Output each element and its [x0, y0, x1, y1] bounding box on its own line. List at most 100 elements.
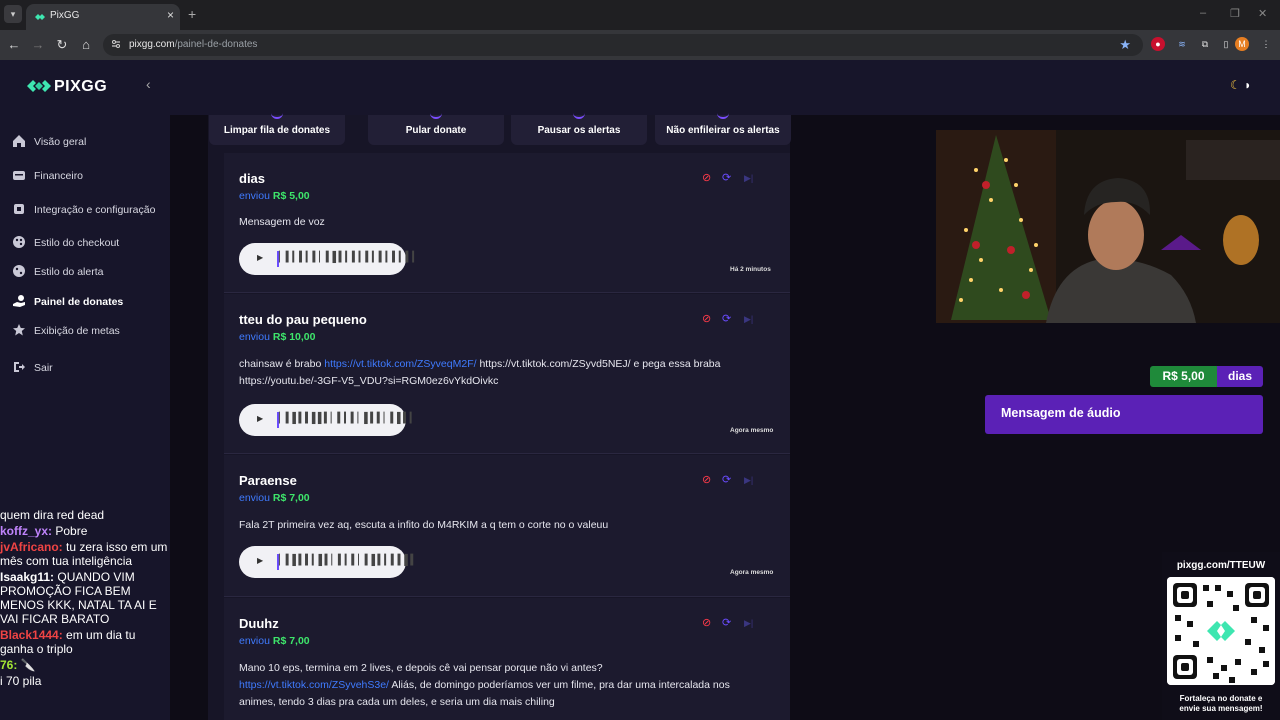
replay-icon[interactable]: ⟳ [722, 312, 731, 325]
sidebar-item-label: Estilo do checkout [34, 237, 120, 249]
trash-icon [271, 111, 283, 119]
queue-off-icon [717, 111, 729, 119]
donate-actions: ⊘ ⟳ ▶| [702, 616, 772, 630]
restore-icon[interactable]: ❐ [1230, 7, 1240, 20]
skip-donate-button[interactable]: Pular donate [368, 115, 504, 145]
stream-chat-overlay: quem dira red dead koffz_yx: Pobre jvAfr… [0, 508, 170, 690]
audio-waveform: ▏▍▌▍▍▎▌▍▏▍▎▍▏▍▌▍▎▍▍▌▍ [279, 555, 418, 566]
palette-icon [13, 236, 25, 248]
replay-icon[interactable]: ⟳ [722, 171, 731, 184]
sidebar-item-painel-donates[interactable]: Painel de donates [12, 292, 162, 314]
donor-name: Paraense [239, 473, 297, 488]
donate-sent-line: enviou R$ 10,00 [239, 331, 316, 343]
main-content: Limpar fila de donates Pular donate Paus… [170, 115, 940, 720]
donate-amount: R$ 7,00 [272, 635, 310, 647]
donor-name: tteu do pau pequeno [239, 312, 367, 327]
bookmark-star-icon[interactable]: ★ [1119, 37, 1131, 53]
back-icon[interactable]: ← [6, 37, 22, 52]
message-link[interactable]: https://vt.tiktok.com/ZSyveqM2F/ [324, 358, 476, 370]
pixgg-favicon-icon [35, 14, 45, 20]
block-icon[interactable]: ⊘ [702, 312, 711, 325]
audio-waveform: ▏▍▌▍▍▌▌▍▏▍▎▍▏▌▍▍▏▍▌▍▎ [279, 413, 417, 424]
address-bar[interactable]: pixgg.com/painel-de-donates ★ [103, 34, 1143, 56]
chat-username: koffz_yx: [0, 524, 53, 538]
sun-icon: ☾ [1230, 78, 1241, 92]
theme-toggle[interactable]: ☾ ◗ [1230, 78, 1262, 92]
donate-sent-line: enviou R$ 5,00 [239, 190, 310, 202]
chat-message: quem dira red dead [0, 508, 170, 522]
chat-message: koffz_yx: Pobre [0, 524, 170, 538]
sidebar-item-sair[interactable]: Sair [12, 358, 162, 380]
new-tab-icon[interactable]: + [188, 6, 196, 22]
home-icon[interactable]: ⌂ [78, 37, 94, 52]
sidebar-item-visao-geral[interactable]: Visão geral [12, 132, 162, 154]
chat-text: i 70 pila [0, 674, 42, 688]
sidebar-item-integracao[interactable]: Integração e configuração [12, 200, 162, 222]
moon-icon: ◗ [1240, 78, 1252, 92]
donate-time: Agora mesmo [730, 569, 774, 576]
donate-actions: ⊘ ⟳ ▶| [702, 473, 772, 487]
sidebar-item-financeiro[interactable]: Financeiro [12, 166, 162, 188]
close-tab-icon[interactable]: × [167, 8, 174, 22]
sidepanel-icon[interactable]: ▯ [1219, 37, 1233, 51]
replay-icon[interactable]: ⟳ [722, 616, 731, 629]
audio-player[interactable]: ▶ ▏▍▌▍▍▌▌▍▏▍▎▍▏▌▍▍▏▍▌▍▎ [239, 404, 417, 436]
palette-icon [13, 265, 25, 277]
skip-icon[interactable]: ▶| [744, 173, 753, 184]
reload-icon[interactable]: ↻ [54, 37, 70, 53]
browser-menu-icon[interactable]: ⋮ [1259, 37, 1273, 51]
collapse-sidebar-icon[interactable]: ‹ [146, 76, 151, 92]
donate-card: dias enviou R$ 5,00 ⊘ ⟳ ▶| Mensagem de v… [224, 153, 790, 293]
site-info-icon[interactable] [111, 39, 121, 49]
block-icon[interactable]: ⊘ [702, 616, 711, 629]
chat-text: Pobre [52, 524, 88, 538]
sidebar-item-estilo-checkout[interactable]: Estilo do checkout [12, 233, 162, 255]
skip-icon[interactable]: ▶| [744, 475, 753, 486]
tab-title: PixGG [50, 10, 80, 21]
donor-name: Duuhz [239, 616, 279, 631]
url-domain: pixgg.com [129, 39, 175, 50]
sidebar-item-estilo-alerta[interactable]: Estilo do alerta [12, 262, 162, 284]
pixgg-logo[interactable]: PIXGG [27, 78, 117, 95]
sidebar-item-label: Estilo do alerta [34, 266, 104, 278]
replay-icon[interactable]: ⟳ [722, 473, 731, 486]
browser-tab[interactable]: PixGG × [26, 4, 180, 30]
plug-icon [14, 204, 24, 214]
audio-player[interactable]: ▶ ▏▍▌▍▍▎▌▍▏▍▎▍▏▍▌▍▎▍▍▌▍ [239, 546, 418, 578]
no-queue-alerts-button[interactable]: Não enfileirar os alertas [655, 115, 791, 145]
message-link[interactable]: https://vt.tiktok.com/ZSyvehS3e/ [239, 679, 389, 691]
window-close-icon[interactable]: ✕ [1258, 7, 1267, 20]
block-icon[interactable]: ⊘ [702, 473, 711, 486]
donate-card: Paraense enviou R$ 7,00 ⊘ ⟳ ▶| Fala 2T p… [224, 455, 790, 597]
profile-avatar[interactable]: M [1235, 37, 1249, 51]
pause-alerts-button[interactable]: Pausar os alertas [511, 115, 647, 145]
skip-icon[interactable]: ▶| [744, 618, 753, 629]
chat-username: jvAfricano: [0, 540, 63, 554]
qr-url: pixgg.com/TTEUW [1176, 560, 1266, 571]
extension-red-icon[interactable]: ● [1151, 37, 1165, 51]
skip-icon[interactable]: ▶| [744, 314, 753, 325]
minimize-icon[interactable]: – [1200, 7, 1206, 19]
logout-icon [14, 362, 25, 372]
donate-amount: R$ 10,00 [272, 331, 316, 343]
forward-icon[interactable]: → [30, 37, 46, 52]
extensions-puzzle-icon[interactable]: ⧉ [1198, 37, 1212, 51]
chat-message: jvAfricano: tu zera isso em um mês com t… [0, 540, 170, 568]
block-icon[interactable]: ⊘ [702, 171, 711, 184]
audio-player[interactable]: ▶ ▏▍▎▍▎▍▏▍▌▍▎▍▎▍▎▍▎▍▎▍▎ [239, 243, 420, 275]
tab-search-button[interactable]: ▾ [4, 5, 22, 23]
play-icon[interactable]: ▶ [257, 253, 263, 262]
play-icon[interactable]: ▶ [257, 556, 263, 565]
sidebar-item-label: Exibição de metas [34, 325, 120, 337]
sidebar-item-exibicao-metas[interactable]: Exibição de metas [12, 321, 162, 343]
sidebar-item-label: Financeiro [34, 170, 84, 182]
clear-queue-button[interactable]: Limpar fila de donates [209, 115, 345, 145]
donor-name: dias [239, 171, 266, 186]
play-icon[interactable]: ▶ [257, 414, 263, 423]
qr-cta: Fortaleça no donate e envie sua mensagem! [1179, 694, 1263, 713]
stream-overlay: R$ 5,00 dias Mensagem de áudio pixgg.com… [936, 115, 1280, 720]
donate-message: chainsaw é brabo https://vt.tiktok.com/Z… [239, 358, 721, 387]
extension-wave-icon[interactable]: ≋ [1175, 37, 1189, 51]
sidebar-item-label: Painel de donates [34, 296, 124, 308]
chat-text: quem dira red dead [0, 508, 105, 522]
